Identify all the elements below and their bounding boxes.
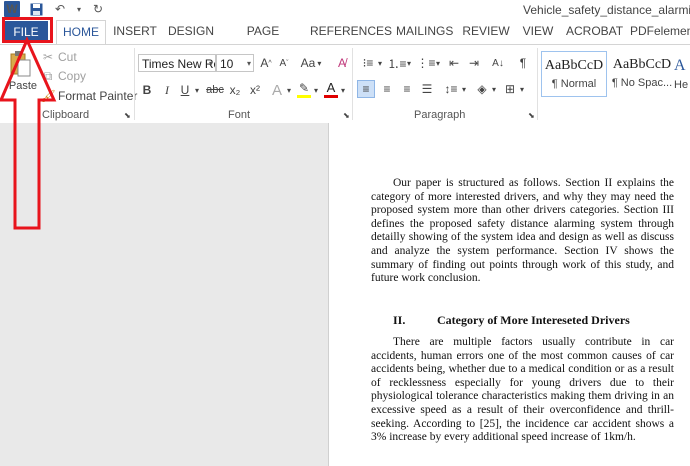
font-launcher-icon[interactable]: ⬊: [343, 111, 350, 120]
align-center-icon[interactable]: ≡: [378, 80, 396, 98]
font-color-icon[interactable]: A: [324, 79, 338, 99]
strikethrough-button[interactable]: abc: [204, 81, 226, 99]
borders-icon[interactable]: ⊞: [502, 80, 518, 98]
italic-button[interactable]: I: [160, 81, 174, 99]
shading-icon[interactable]: ◈: [474, 80, 490, 98]
section-heading: II. Category of More Intereseted Drivers: [393, 313, 630, 328]
tab-insert[interactable]: INSERT: [112, 20, 158, 42]
style-sample: A: [674, 57, 686, 74]
clear-formatting-icon[interactable]: A̸: [334, 54, 350, 72]
ribbon-home: Paste ✂ Cut ⧉ Copy 🖌 Format Painter Clip…: [0, 44, 690, 124]
chevron-down-icon[interactable]: ▾: [376, 54, 384, 72]
tab-review[interactable]: REVIEW: [462, 20, 510, 42]
heading-number: II.: [393, 313, 406, 327]
paragraph-launcher-icon[interactable]: ⬊: [528, 111, 535, 120]
chevron-down-icon: ▾: [246, 59, 251, 68]
style-sample: AaBbCcD: [544, 58, 604, 73]
grow-font-icon[interactable]: A ^: [259, 54, 273, 72]
style-normal[interactable]: AaBbCcD ¶ Normal: [541, 51, 607, 97]
style-no-spacing[interactable]: AaBbCcD ¶ No Spac...: [609, 51, 675, 97]
underline-button[interactable]: U: [178, 81, 192, 99]
multilevel-list-icon[interactable]: ⋮≡: [416, 54, 436, 72]
clipboard-launcher-icon[interactable]: ⬊: [124, 111, 131, 120]
align-right-icon[interactable]: ≡: [398, 80, 416, 98]
chevron-down-icon[interactable]: ▾: [460, 80, 468, 98]
style-heading[interactable]: A He: [674, 51, 690, 97]
change-case-button[interactable]: Aa ▾: [299, 54, 323, 72]
font-size-field[interactable]: 10 ▾: [216, 54, 254, 72]
superscript-button[interactable]: x²: [248, 81, 262, 99]
chevron-down-icon: ▾: [208, 59, 213, 68]
chevron-down-icon[interactable]: ▾: [339, 81, 347, 99]
title-bar: W ↶ ▾ ↻ Vehicle_safety_distance_alarming…: [0, 0, 690, 20]
tab-page-layout[interactable]: PAGE LAYOUT: [224, 20, 302, 60]
chevron-down-icon[interactable]: ▾: [285, 81, 293, 99]
show-marks-button[interactable]: ¶: [516, 54, 530, 72]
align-left-icon[interactable]: ≡: [357, 80, 375, 98]
style-name: ¶ Normal: [551, 78, 597, 90]
bold-button[interactable]: B: [140, 81, 154, 99]
numbering-icon[interactable]: ⒈≡: [387, 54, 407, 72]
undo-icon[interactable]: ↶: [52, 1, 68, 17]
ribbon-tabs: FILE HOME INSERT DESIGN PAGE LAYOUT REFE…: [0, 20, 690, 60]
paragraph-1: Our paper is structured as follows. Sect…: [371, 177, 674, 285]
bullets-icon[interactable]: ⁝≡: [358, 54, 378, 72]
word-logo-icon[interactable]: W: [4, 1, 20, 17]
change-case-label: Aa: [300, 56, 316, 70]
tab-view[interactable]: VIEW: [520, 20, 556, 42]
sort-icon[interactable]: A↓: [490, 54, 506, 72]
font-size-value: 10: [220, 57, 234, 71]
chevron-down-icon: ▾: [317, 58, 322, 68]
tab-design[interactable]: DESIGN: [166, 20, 216, 42]
group-separator: [352, 48, 353, 120]
paragraph-group-label: Paragraph: [414, 109, 466, 121]
increase-indent-icon[interactable]: ⇥: [466, 54, 482, 72]
chevron-down-icon[interactable]: ▾: [405, 54, 413, 72]
font-name-field[interactable]: Times New Ro ▾: [138, 54, 216, 72]
tab-acrobat[interactable]: ACROBAT: [566, 20, 623, 42]
tab-mailings[interactable]: MAILINGS: [396, 20, 453, 42]
subscript-button[interactable]: x₂: [228, 81, 242, 99]
font-name-value: Times New Ro: [142, 57, 216, 71]
font-group-label: Font: [228, 109, 251, 121]
style-name: He: [674, 79, 689, 91]
undo-dropdown-icon[interactable]: ▾: [76, 1, 82, 17]
style-sample: AaBbCcD: [612, 57, 672, 72]
justify-icon[interactable]: ☰: [418, 80, 436, 98]
highlight-color-icon[interactable]: ✎: [296, 79, 312, 99]
chevron-down-icon[interactable]: ▾: [434, 54, 442, 72]
text-effects-icon[interactable]: A: [270, 81, 284, 99]
paragraph-2: There are multiple factors usually contr…: [371, 336, 674, 444]
line-spacing-icon[interactable]: ↕≡: [442, 80, 460, 98]
arrow-up-icon: [0, 36, 57, 230]
shrink-font-icon[interactable]: Aˇ: [277, 54, 291, 72]
chevron-down-icon[interactable]: ▾: [193, 81, 201, 99]
save-icon[interactable]: [28, 1, 44, 17]
chevron-down-icon[interactable]: ▾: [490, 80, 498, 98]
tab-pdfelement[interactable]: PDFelemen: [630, 20, 690, 42]
redo-icon[interactable]: ↻: [90, 1, 106, 17]
chevron-down-icon[interactable]: ▾: [518, 80, 526, 98]
chevron-down-icon[interactable]: ▾: [312, 81, 320, 99]
decrease-indent-icon[interactable]: ⇤: [446, 54, 462, 72]
document-area: Our paper is structured as follows. Sect…: [0, 123, 690, 466]
quick-access-toolbar: W ↶ ▾ ↻: [4, 1, 106, 17]
style-name: ¶ No Spac...: [611, 77, 673, 89]
tab-references[interactable]: REFERENCES: [310, 20, 392, 42]
document-title: Vehicle_safety_distance_alarming_s: [523, 3, 690, 17]
group-separator: [134, 48, 135, 120]
heading-text: Category of More Intereseted Drivers: [437, 313, 630, 327]
document-page[interactable]: Our paper is structured as follows. Sect…: [328, 123, 690, 466]
group-separator: [537, 48, 538, 120]
